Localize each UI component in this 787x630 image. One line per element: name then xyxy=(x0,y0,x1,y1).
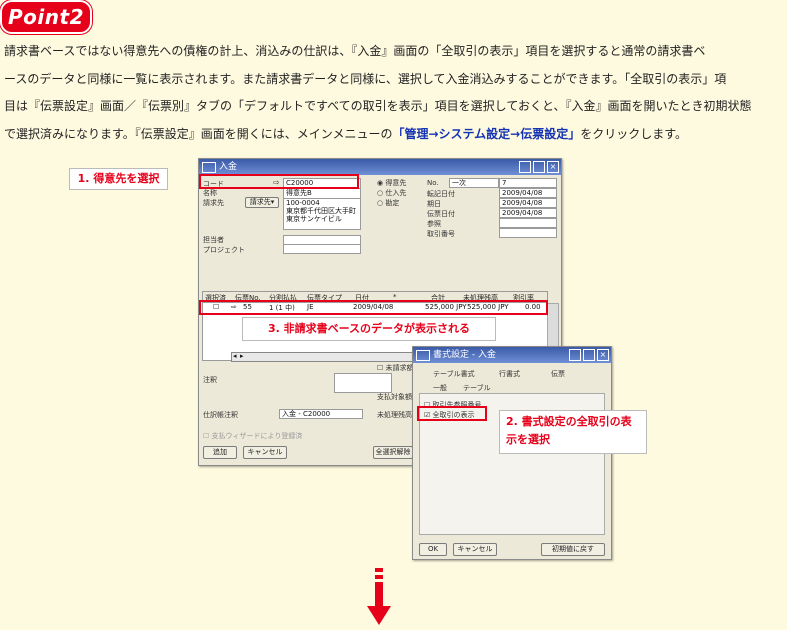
unbilled-label: 未請求額 xyxy=(385,364,414,372)
window-icon xyxy=(202,162,216,173)
posting-date-label: 転記日付 xyxy=(427,190,455,198)
para-line-4-tail: をクリックします。 xyxy=(580,126,688,141)
radio-vendor[interactable]: ○ 仕入先 xyxy=(377,188,406,198)
para-line-2: ースのデータと同様に一覧に表示されます。また請求書データと同様に、選択して入金消… xyxy=(4,71,727,86)
close-icon[interactable]: × xyxy=(547,161,559,173)
address-line-2: 東京都千代田区大手町 xyxy=(286,207,356,215)
format-cancel-button[interactable]: キャンセル xyxy=(453,543,497,556)
subtab-table[interactable]: テーブル xyxy=(463,383,491,393)
add-button[interactable]: 追加 xyxy=(203,446,237,459)
address-line-1: 100-0004 xyxy=(286,199,320,207)
name-label: 名称 xyxy=(203,189,217,197)
radio-account[interactable]: ○ 勘定 xyxy=(377,198,399,208)
down-arrow-icon xyxy=(367,568,391,625)
scroll-right-icon[interactable]: ▸ xyxy=(240,352,244,360)
callout-select-customer: 1. 得意先を選択 xyxy=(69,168,168,190)
deselect-all-button[interactable]: 全選択解除 xyxy=(373,446,413,459)
trans-no-field[interactable] xyxy=(499,228,557,238)
billto-label: 請求先 xyxy=(203,199,224,207)
due-date-label: 期日 xyxy=(427,200,441,208)
ok-button[interactable]: OK xyxy=(419,543,447,556)
para-line-3: 目は『伝票設定』画面／『伝票別』タブの「デフォルトですべての取引を表示」項目を選… xyxy=(4,99,752,113)
project-field[interactable] xyxy=(283,244,361,254)
callout-format-setting: 2. 書式設定の全取引の表示を選択 xyxy=(499,410,647,454)
close-icon[interactable]: × xyxy=(597,349,609,361)
format-window-titlebar: 書式設定 - 入金 × xyxy=(413,347,611,363)
no-label: No. xyxy=(427,179,439,187)
pay-target-label: 支払対象額 xyxy=(377,393,412,401)
point-badge: Point2 xyxy=(0,0,92,34)
tab-document[interactable]: 伝票 xyxy=(551,369,565,379)
payment-window-title: 入金 xyxy=(219,162,238,172)
wizard-checkbox: ☐ 支払ウィザードにより登録済 xyxy=(203,432,303,440)
journal-memo-field[interactable]: 入金 - C20000 xyxy=(279,409,363,419)
maximize-icon[interactable] xyxy=(583,349,595,361)
radio-customer[interactable]: ◉ 得意先 xyxy=(377,178,406,188)
address-field[interactable]: 100-0004 東京都千代田区大手町 東京サンケイビル xyxy=(283,198,361,230)
unbilled-checkbox[interactable]: ☐ 未請求額 xyxy=(377,363,414,373)
minimize-icon[interactable] xyxy=(569,349,581,361)
subtab-general[interactable]: 一般 xyxy=(433,383,447,393)
code-highlight-box xyxy=(199,174,359,189)
doc-number-field[interactable]: 7 xyxy=(499,178,557,188)
show-all-highlight-box xyxy=(417,406,487,421)
memo-field[interactable] xyxy=(334,373,392,393)
para-line-1: 請求書ベースではない得意先への債権の計上、消込みの仕訳は、『入金』画面の「全取引… xyxy=(4,44,706,58)
person-label: 担当者 xyxy=(203,236,224,244)
tab-row-format[interactable]: 行書式 xyxy=(499,369,520,379)
window-controls: × xyxy=(519,161,559,173)
wizard-label: 支払ウィザードにより登録済 xyxy=(211,432,303,440)
doc-date-field[interactable]: 2009/04/08 xyxy=(499,208,557,218)
menu-path-highlight: 「管理→システム設定→伝票設定」 xyxy=(392,126,581,141)
tab-table-format[interactable]: テーブル書式 xyxy=(433,369,475,379)
trans-no-label: 取引番号 xyxy=(427,230,455,238)
format-window-title: 書式設定 - 入金 xyxy=(433,350,496,360)
payment-window-titlebar: 入金 × xyxy=(199,159,561,175)
radio-vendor-label: 仕入先 xyxy=(385,189,407,197)
para-line-4: で選択済みになります。『伝票設定』画面を開くには、メインメニューの「管理→システ… xyxy=(4,121,784,149)
table-hscrollbar[interactable]: ◂ ▸ xyxy=(231,352,413,362)
description-paragraph: 請求書ベースではない得意先への債権の計上、消込みの仕訳は、『入金』画面の「全取引… xyxy=(4,38,784,148)
billto-select[interactable]: 請求先▾ xyxy=(245,197,279,208)
reset-defaults-button[interactable]: 初期値に戻す xyxy=(541,543,605,556)
memo-label: 注釈 xyxy=(203,376,217,384)
doc-date-label: 伝票日付 xyxy=(427,210,455,218)
row-highlight-box xyxy=(199,300,548,315)
cancel-button[interactable]: キャンセル xyxy=(243,446,287,459)
journal-memo-label: 仕訳帳注釈 xyxy=(203,411,238,419)
window-controls: × xyxy=(569,349,609,361)
radio-account-label: 勘定 xyxy=(385,199,400,207)
callout-data-shown: 3. 非請求書ベースのデータが表示される xyxy=(242,317,496,341)
minimize-icon[interactable] xyxy=(519,161,531,173)
reference-field[interactable] xyxy=(499,218,557,228)
radio-customer-label: 得意先 xyxy=(385,179,407,187)
maximize-icon[interactable] xyxy=(533,161,545,173)
para-line-4-text: で選択済みになります。『伝票設定』画面を開くには、メインメニューの xyxy=(4,126,393,141)
posting-date-field[interactable]: 2009/04/08 xyxy=(499,188,557,198)
series-select[interactable]: 一次 xyxy=(449,178,499,188)
due-date-field[interactable]: 2009/04/08 xyxy=(499,198,557,208)
reference-label: 参照 xyxy=(427,220,441,228)
window-icon xyxy=(416,350,430,361)
address-line-3: 東京サンケイビル xyxy=(286,215,342,223)
scroll-left-icon[interactable]: ◂ xyxy=(233,352,237,360)
project-label: プロジェクト xyxy=(203,246,245,254)
unpaid-label: 未処理残高 xyxy=(377,411,412,419)
